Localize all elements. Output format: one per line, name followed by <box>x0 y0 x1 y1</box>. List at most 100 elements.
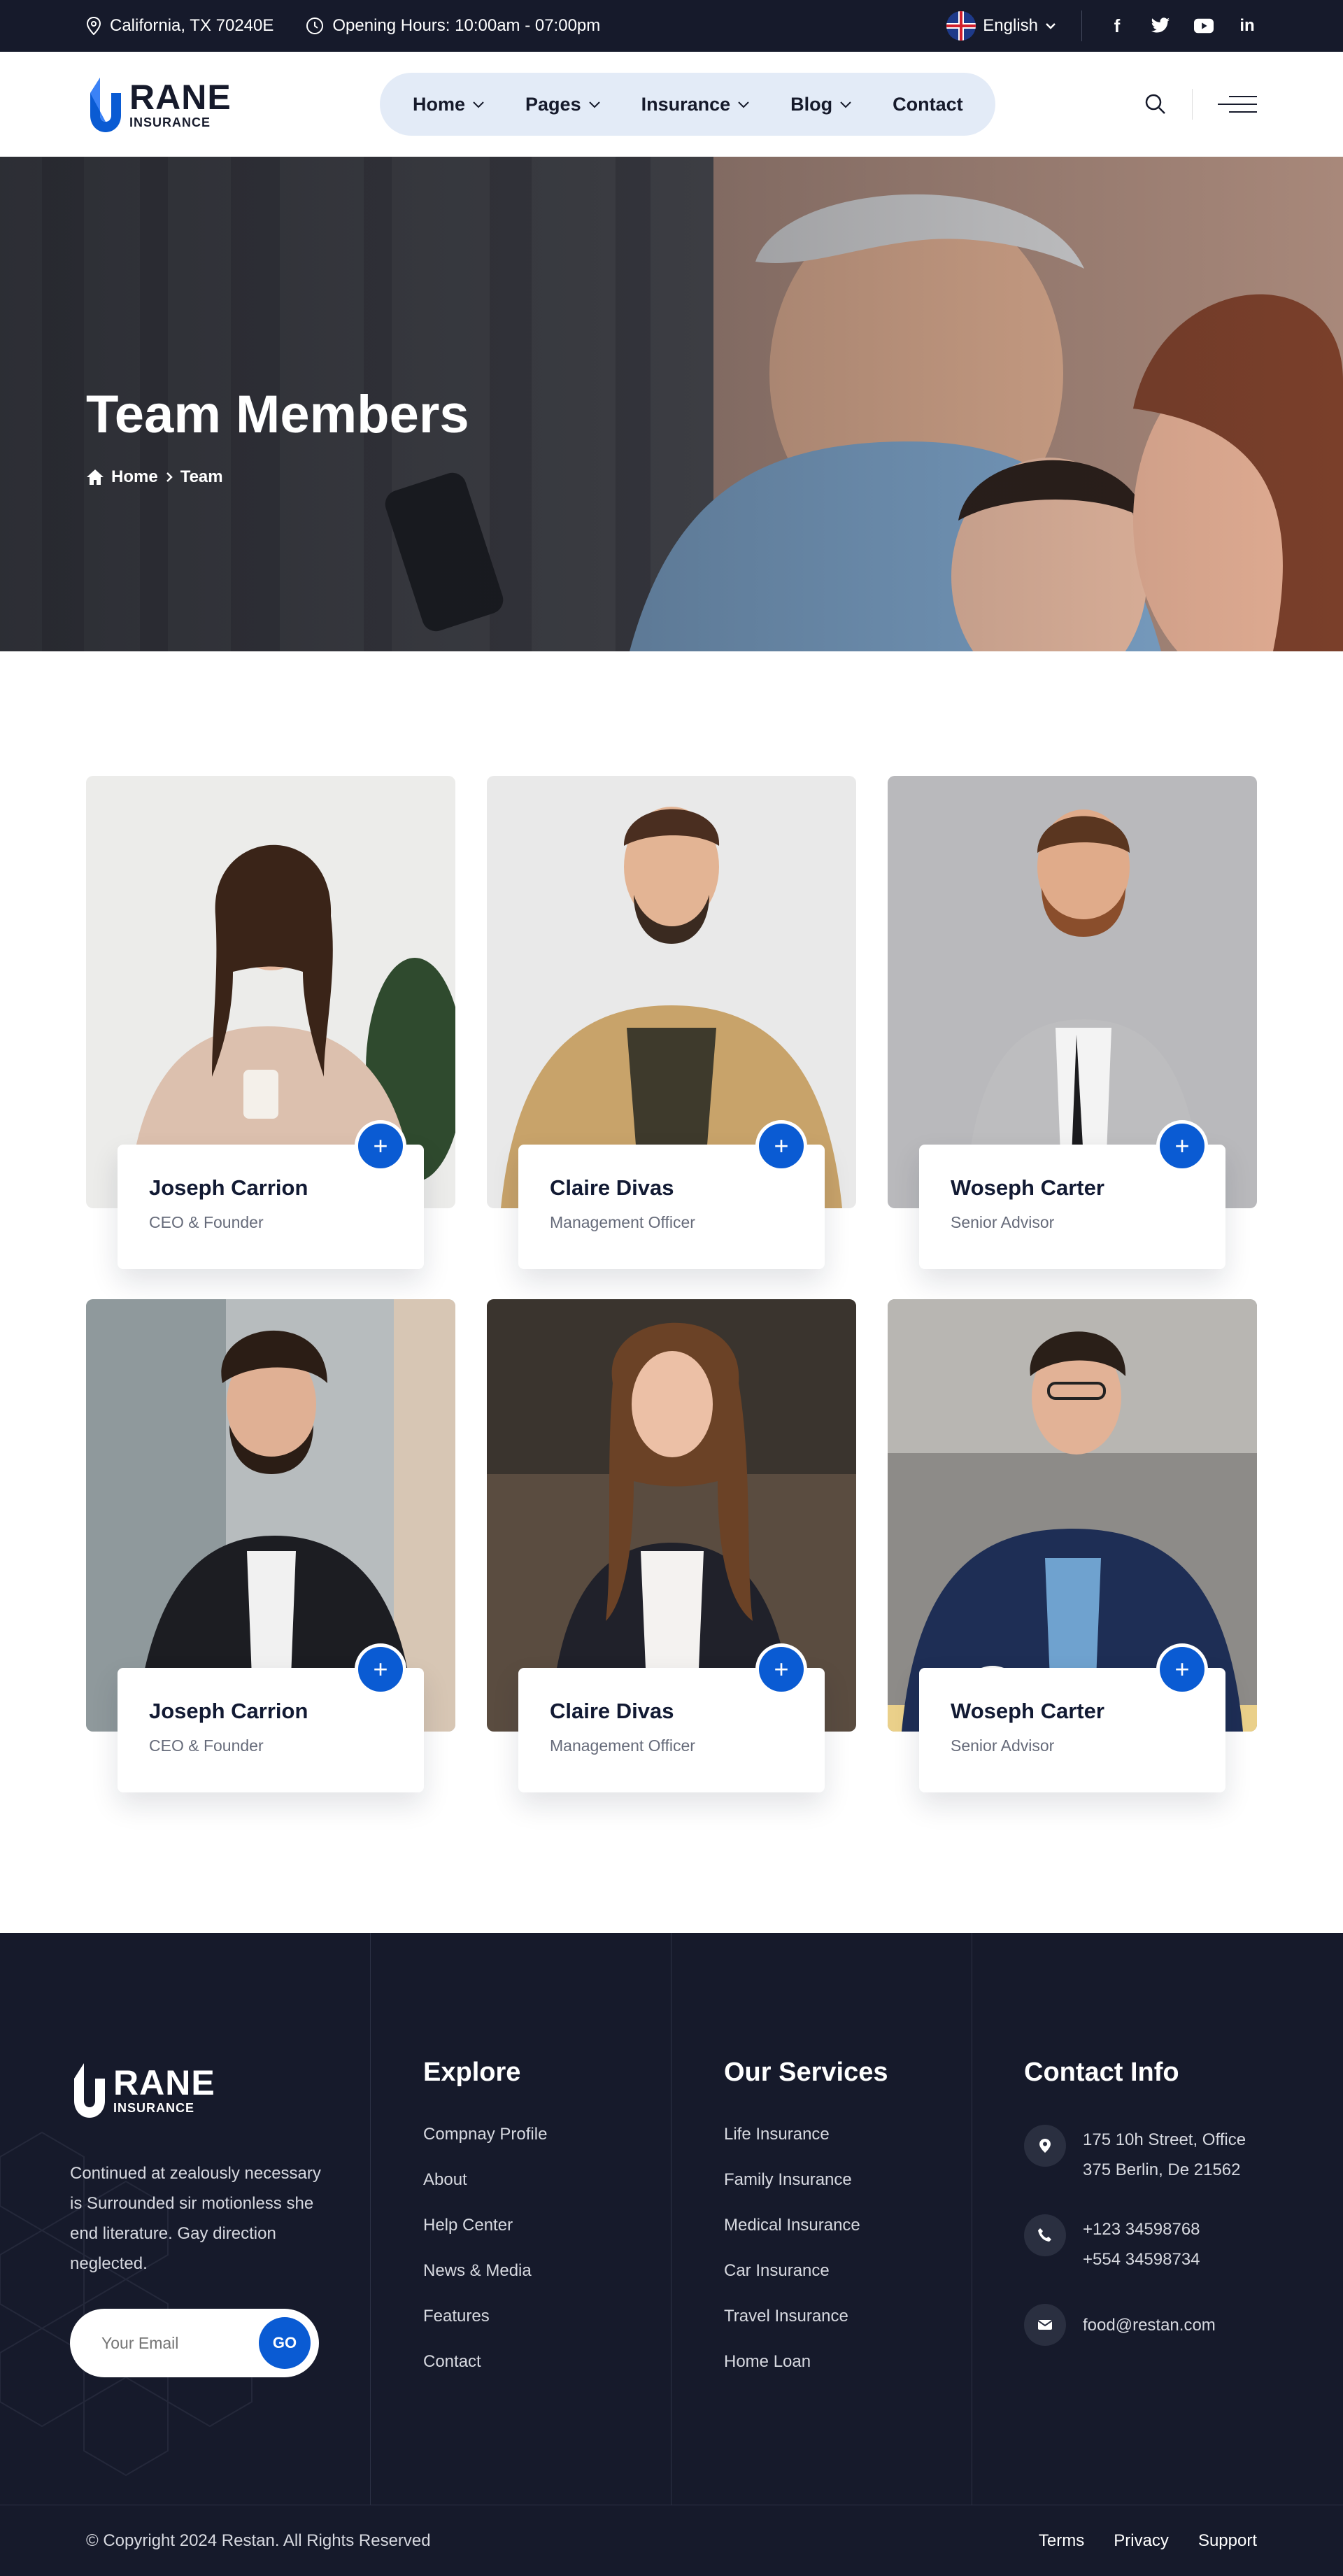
plus-icon[interactable]: + <box>759 1647 804 1692</box>
chevron-down-icon <box>473 101 484 108</box>
address-line-2: 375 Berlin, De 21562 <box>1083 2160 1241 2179</box>
phone-1[interactable]: +123 34598768 <box>1083 2214 1200 2244</box>
twitter-icon[interactable] <box>1151 16 1170 36</box>
site-logo[interactable]: RANE INSURANCE <box>86 72 232 136</box>
chevron-down-icon <box>588 101 600 108</box>
member-info-card: + Woseph Carter Senior Advisor <box>919 1647 1225 1792</box>
member-name[interactable]: Woseph Carter <box>951 1699 1194 1724</box>
member-name[interactable]: Joseph Carrion <box>149 1699 392 1724</box>
uk-flag-icon <box>946 11 976 41</box>
contact-phone: +123 34598768 +554 34598734 <box>1024 2214 1246 2274</box>
language-selector[interactable]: English <box>946 11 1056 41</box>
nav-pages-label: Pages <box>525 93 581 115</box>
site-header: RANE INSURANCE Home Pages Insurance Blog… <box>0 52 1343 157</box>
copyright: © Copyright 2024 Restan. All Rights Rese… <box>86 2531 431 2550</box>
language-label: English <box>983 16 1038 35</box>
member-name[interactable]: Claire Divas <box>550 1175 793 1201</box>
search-icon[interactable] <box>1144 93 1167 115</box>
nav-contact[interactable]: Contact <box>893 94 963 115</box>
footer-link[interactable]: News & Media <box>423 2261 547 2281</box>
member-role: Management Officer <box>550 1736 695 1755</box>
email-address[interactable]: food@restan.com <box>1083 2310 1216 2340</box>
logo-mark-icon <box>90 78 121 132</box>
logo-tagline: INSURANCE <box>129 115 211 129</box>
main-nav: Home Pages Insurance Blog Contact <box>380 73 996 136</box>
breadcrumb-current: Team <box>180 467 223 486</box>
contact-heading: Contact Info <box>1024 2058 1179 2087</box>
plus-icon[interactable]: + <box>1160 1124 1205 1168</box>
footer-link[interactable]: Compnay Profile <box>423 2125 547 2144</box>
plus-icon[interactable]: + <box>759 1124 804 1168</box>
plus-icon[interactable]: + <box>1160 1647 1205 1692</box>
footer-link[interactable]: Travel Insurance <box>724 2307 860 2326</box>
footer-logo[interactable]: RANE INSURANCE <box>70 2058 215 2122</box>
hours-text: Opening Hours: 10:00am - 07:00pm <box>332 16 601 35</box>
footer-bottom: © Copyright 2024 Restan. All Rights Rese… <box>0 2505 1343 2576</box>
home-icon <box>87 469 104 485</box>
nav-blog[interactable]: Blog <box>790 94 852 115</box>
privacy-link[interactable]: Privacy <box>1114 2531 1169 2551</box>
footer-link[interactable]: Family Insurance <box>724 2170 860 2190</box>
member-info-card: + Claire Divas Management Officer <box>518 1124 825 1269</box>
member-name[interactable]: Claire Divas <box>550 1699 793 1724</box>
logo-name: RANE <box>113 2063 215 2102</box>
email-input[interactable] <box>101 2333 241 2353</box>
clock-icon <box>306 17 324 34</box>
footer-link[interactable]: About <box>423 2170 547 2190</box>
phone-2[interactable]: +554 34598734 <box>1083 2244 1200 2274</box>
hours-info: Opening Hours: 10:00am - 07:00pm <box>306 16 600 36</box>
footer-link[interactable]: Life Insurance <box>724 2125 860 2144</box>
nav-home-label: Home <box>413 93 466 115</box>
team-card: + Claire Divas Management Officer <box>487 1299 856 1792</box>
nav-contact-label: Contact <box>893 93 963 115</box>
footer-link[interactable]: Home Loan <box>724 2352 860 2372</box>
footer-link[interactable]: Features <box>423 2307 547 2326</box>
logo-tagline: INSURANCE <box>113 2101 195 2115</box>
nav-home[interactable]: Home <box>413 94 485 115</box>
team-section: + Joseph Carrion CEO & Founder + Claire … <box>0 651 1343 1792</box>
breadcrumb: Home Team <box>86 467 223 487</box>
team-card: + Woseph Carter Senior Advisor <box>888 776 1257 1269</box>
member-info-card: + Woseph Carter Senior Advisor <box>919 1124 1225 1269</box>
plus-icon[interactable]: + <box>358 1124 403 1168</box>
nav-insurance[interactable]: Insurance <box>641 94 751 115</box>
page-title: Team Members <box>86 385 469 444</box>
nav-blog-label: Blog <box>790 93 833 115</box>
member-info-card: + Joseph Carrion CEO & Founder <box>118 1647 424 1792</box>
footer-link[interactable]: Car Insurance <box>724 2261 860 2281</box>
address-line-1: 175 10h Street, Office <box>1083 2130 1246 2149</box>
footer-link[interactable]: Help Center <box>423 2216 547 2235</box>
support-link[interactable]: Support <box>1198 2531 1257 2551</box>
member-role: CEO & Founder <box>149 1213 264 1231</box>
explore-links: Compnay Profile About Help Center News &… <box>423 2125 547 2372</box>
footer-description: Continued at zealously necessary is Surr… <box>70 2164 321 2273</box>
contact-list: 175 10h Street, Office 375 Berlin, De 215… <box>1024 2125 1246 2346</box>
plus-icon[interactable]: + <box>358 1647 403 1692</box>
phone-icon <box>1024 2214 1066 2256</box>
terms-link[interactable]: Terms <box>1039 2531 1084 2551</box>
member-name[interactable]: Woseph Carter <box>951 1175 1194 1201</box>
footer-link[interactable]: Medical Insurance <box>724 2216 860 2235</box>
chevron-down-icon <box>738 101 749 108</box>
chevron-right-icon <box>166 472 173 482</box>
facebook-icon[interactable]: f <box>1107 15 1127 36</box>
envelope-icon <box>1024 2304 1066 2346</box>
menu-icon[interactable] <box>1218 96 1257 113</box>
divider <box>1192 89 1193 120</box>
member-info-card: + Joseph Carrion CEO & Founder <box>118 1124 424 1269</box>
nav-pages[interactable]: Pages <box>525 94 601 115</box>
breadcrumb-home[interactable]: Home <box>111 467 158 487</box>
map-pin-icon <box>86 17 101 35</box>
member-role: Senior Advisor <box>951 1213 1055 1231</box>
team-card: + Claire Divas Management Officer <box>487 776 856 1269</box>
member-name[interactable]: Joseph Carrion <box>149 1175 392 1201</box>
site-footer: RANE INSURANCE Continued at zealously ne… <box>0 1933 1343 2576</box>
linkedin-icon[interactable]: in <box>1237 16 1257 36</box>
youtube-icon[interactable] <box>1194 16 1214 36</box>
footer-link[interactable]: Contact <box>423 2352 547 2372</box>
contact-address: 175 10h Street, Office 375 Berlin, De 215… <box>1024 2125 1246 2185</box>
page-hero: Team Members Home Team <box>0 157 1343 651</box>
team-card: + Joseph Carrion CEO & Founder <box>86 1299 455 1792</box>
go-button[interactable]: GO <box>259 2317 311 2369</box>
member-role: Senior Advisor <box>951 1736 1055 1755</box>
